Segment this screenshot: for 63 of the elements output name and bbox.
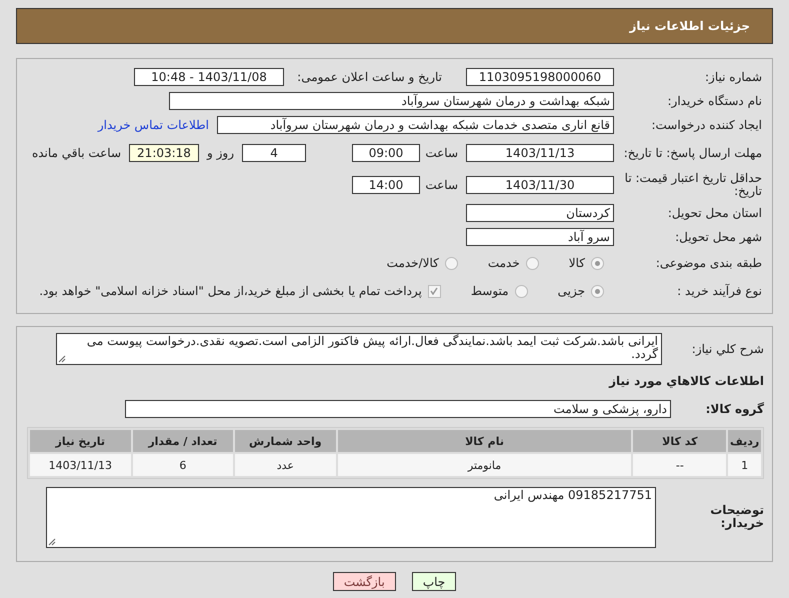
table-cell: مانومتر — [338, 454, 632, 476]
field-label: ایجاد کننده درخواست: — [650, 118, 762, 132]
text-field[interactable]: 1103095198000060 — [466, 68, 614, 86]
field-label: نام دستگاه خریدار: — [666, 94, 762, 108]
column-header: تعداد / مقدار — [132, 430, 234, 452]
print-button[interactable]: چاپ — [412, 572, 456, 591]
payment-checkbox-option[interactable]: پرداخت تمام یا بخشی از مبلغ خرید،از محل "اسناد خزانه اسلامی" خواهد بود. — [39, 284, 441, 298]
text-field[interactable]: 1403/11/08 - 10:48 — [134, 68, 284, 86]
field-label: شهر محل تحویل: — [674, 230, 762, 244]
column-header: کد کالا — [633, 430, 726, 452]
column-header: ردیف — [728, 430, 761, 452]
radio-option[interactable]: خدمت — [488, 256, 539, 270]
field-label: توضیحات خریدار: — [709, 504, 764, 530]
column-header: نام کالا — [338, 430, 632, 452]
field-label: مهلت ارسال پاسخ: تا تاریخ: — [622, 146, 762, 160]
contact-link[interactable]: اطلاعات تماس خریدار — [98, 118, 209, 132]
radio-option[interactable]: کالا/خدمت — [386, 256, 458, 270]
checkbox-icon[interactable] — [428, 284, 441, 298]
column-header: واحد شمارش — [235, 430, 336, 452]
buyer-notes-textarea[interactable]: 09185217751 مهندس ایرانی — [46, 486, 656, 548]
text-field[interactable]: سرو آباد — [466, 228, 614, 246]
field-label: گروه کالا: — [704, 402, 764, 416]
field-label: شماره نیاز: — [704, 70, 762, 84]
back-button[interactable]: بازگشت — [332, 572, 396, 591]
table-cell: 6 — [132, 454, 234, 476]
text-field[interactable]: 21:03:18 — [129, 144, 199, 162]
radio-option[interactable]: جزیی — [558, 284, 604, 298]
radio-icon[interactable] — [514, 284, 528, 298]
field-label: طبقه بندی موضوعی: — [654, 256, 762, 270]
field-label: شرح کلي نیاز: — [690, 342, 764, 356]
table-cell: 1 — [728, 454, 761, 476]
text-field[interactable]: 1403/11/13 — [466, 144, 614, 162]
field-label: نوع فرآیند خرید : — [676, 284, 762, 298]
radio-icon[interactable] — [591, 256, 604, 270]
radio-option[interactable]: متوسط — [470, 284, 528, 298]
field-label: روز و — [207, 146, 234, 160]
field-label: ساعت — [428, 178, 458, 192]
radio-icon[interactable] — [444, 256, 458, 270]
field-label: حداقل تاریخ اعتبار قیمت: تا تاریخ: — [624, 172, 762, 198]
table-cell: -- — [633, 454, 726, 476]
field-label: تاریخ و ساعت اعلان عمومی: — [296, 70, 442, 84]
text-field[interactable]: کردستان — [466, 204, 614, 222]
field-label: استان محل تحویل: — [666, 206, 762, 220]
table-cell: 1403/11/13 — [30, 454, 131, 476]
section-heading: اطلاعات کالاهاي مورد نیاز — [609, 374, 764, 388]
text-field[interactable]: 09:00 — [352, 144, 420, 162]
text-field[interactable]: 4 — [242, 144, 306, 162]
radio-icon[interactable] — [591, 284, 604, 298]
field-label: ساعت — [428, 146, 458, 160]
page-header: جزئیات اطلاعات نیاز — [16, 8, 773, 44]
text-field[interactable]: دارو، پزشکی و سلامت — [125, 400, 671, 418]
radio-icon[interactable] — [526, 256, 539, 270]
radio-option[interactable]: کالا — [568, 256, 604, 270]
column-header: تاریخ نیاز — [30, 430, 131, 452]
table-cell: عدد — [235, 454, 336, 476]
text-field[interactable]: 1403/11/30 — [466, 176, 614, 194]
text-field[interactable]: قانع اناری متصدی خدمات شبکه بهداشت و درمان شهرستان سروآباد — [217, 116, 614, 134]
resize-grip-icon[interactable] — [58, 355, 66, 363]
text-field[interactable]: 14:00 — [352, 176, 420, 194]
text-field[interactable]: شبکه بهداشت و درمان شهرستان سروآباد — [169, 92, 614, 110]
resize-grip-icon[interactable] — [48, 538, 56, 546]
description-textarea[interactable]: ایرانی باشد.شرکت ثبت ایمد باشد.نمایندگی فعال.ارائه پیش فاکتور الزامی است.تصویه نقدی.درخواست پیوست می گردد. — [56, 333, 662, 365]
field-label: ساعت باقي مانده — [32, 146, 121, 160]
